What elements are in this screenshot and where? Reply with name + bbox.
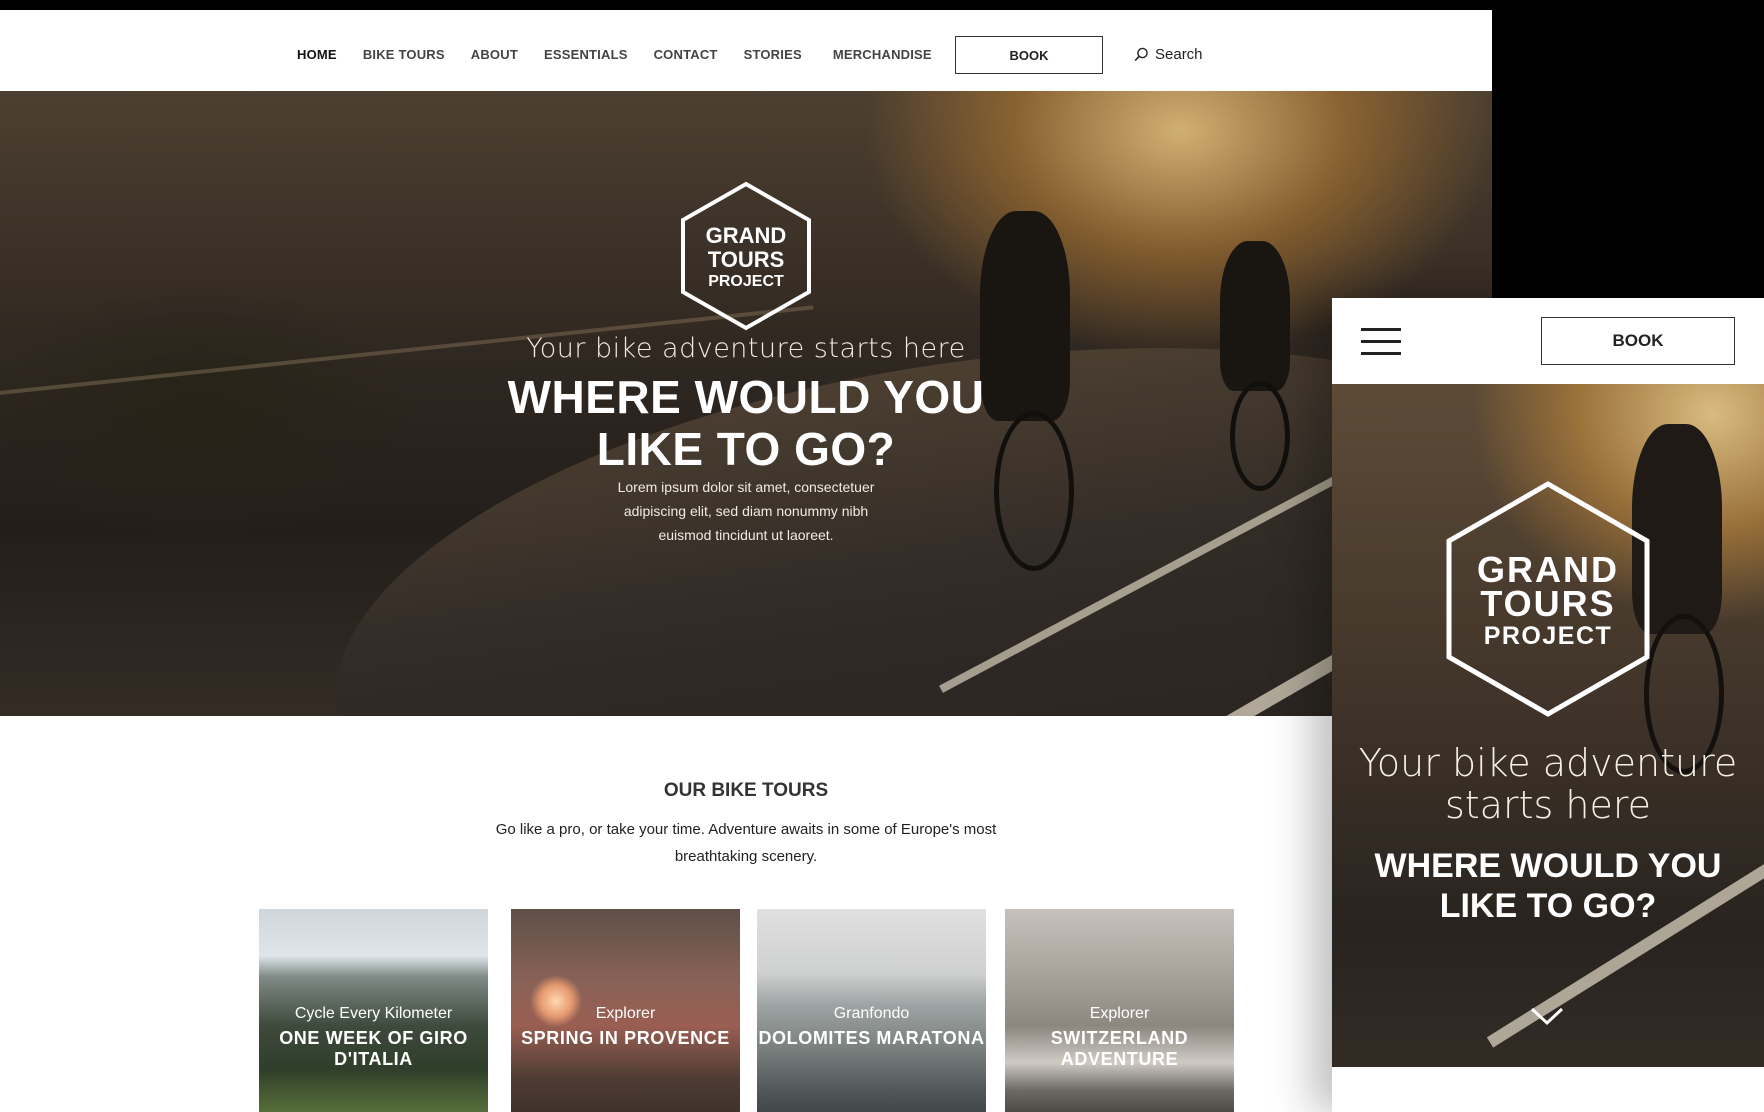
chevron-down-icon[interactable] xyxy=(1529,1004,1565,1028)
hero-section: GRAND TOURS PROJECT Your bike adventure … xyxy=(0,91,1492,716)
tour-card-kicker: Explorer xyxy=(1089,1005,1150,1022)
nav-about[interactable]: ABOUT xyxy=(471,47,518,62)
nav-contact[interactable]: CONTACT xyxy=(654,47,718,62)
mobile-book-button[interactable]: BOOK xyxy=(1541,317,1735,365)
search-icon xyxy=(1134,47,1148,62)
tour-card-kicker: Explorer xyxy=(595,1005,656,1022)
mobile-header: BOOK xyxy=(1332,298,1764,384)
mobile-hero-section: GRAND TOURS PROJECT Your bike adventure … xyxy=(1332,384,1764,1067)
tour-card-kicker: Cycle Every Kilometer xyxy=(294,1005,453,1022)
tour-card-title: SPRING IN PROVENCE xyxy=(521,1028,730,1048)
mobile-hero-title: WHERE WOULD YOU LIKE TO GO? xyxy=(1374,847,1722,925)
svg-text:TOURS: TOURS xyxy=(708,247,785,272)
tour-card-title: ONE WEEK OF GIRO D'ITALIA xyxy=(279,1028,468,1069)
search-label: Search xyxy=(1155,46,1203,63)
nav-bike-tours[interactable]: BIKE TOURS xyxy=(363,47,445,62)
tour-card-switzerland[interactable]: Explorer SWITZERLAND ADVENTURE xyxy=(1005,909,1234,1112)
nav-stories[interactable]: STORIES xyxy=(744,47,802,62)
svg-text:PROJECT: PROJECT xyxy=(708,273,784,290)
tour-card-giro[interactable]: Cycle Every Kilometer ONE WEEK OF GIRO D… xyxy=(259,909,488,1112)
tour-card-kicker: Granfondo xyxy=(833,1005,910,1022)
svg-text:GRAND: GRAND xyxy=(706,223,787,248)
svg-text:TOURS: TOURS xyxy=(1480,583,1615,624)
book-button-label: BOOK xyxy=(1009,47,1049,63)
tour-card-title: SWITZERLAND ADVENTURE xyxy=(1050,1028,1189,1069)
tours-heading: OUR BIKE TOURS xyxy=(663,780,829,801)
mobile-book-button-label: BOOK xyxy=(1612,331,1664,350)
svg-text:PROJECT: PROJECT xyxy=(1484,622,1613,650)
mobile-hero-subtitle: Your bike adventure starts here xyxy=(1358,741,1738,827)
hero-body: Lorem ipsum dolor sit amet, consectetuer… xyxy=(617,479,875,543)
grand-tours-logo: GRAND TOURS PROJECT xyxy=(681,181,811,331)
desktop-view: HOME BIKE TOURS ABOUT ESSENTIALS CONTACT… xyxy=(0,10,1492,1112)
hero-subtitle: Your bike adventure starts here xyxy=(526,333,966,364)
tour-card-title: DOLOMITES MARATONA xyxy=(758,1028,985,1048)
tour-card-provence[interactable]: Explorer SPRING IN PROVENCE xyxy=(511,909,740,1112)
book-button[interactable]: BOOK xyxy=(955,36,1103,74)
hamburger-menu-icon[interactable] xyxy=(1361,328,1401,356)
nav-essentials[interactable]: ESSENTIALS xyxy=(544,47,628,62)
tours-description: Go like a pro, or take your time. Advent… xyxy=(495,821,997,865)
top-navigation: HOME BIKE TOURS ABOUT ESSENTIALS CONTACT… xyxy=(0,10,1492,91)
nav-home[interactable]: HOME xyxy=(297,47,337,62)
hero-title: WHERE WOULD YOU LIKE TO GO? xyxy=(507,371,985,475)
search-button[interactable]: Search xyxy=(1134,46,1203,63)
main-nav: HOME BIKE TOURS ABOUT ESSENTIALS CONTACT… xyxy=(297,47,958,62)
mobile-view: BOOK GRAND TOURS PROJECT Your bike adven… xyxy=(1332,298,1764,1112)
nav-merchandise[interactable]: MERCHANDISE xyxy=(833,47,932,62)
tour-card-dolomites[interactable]: Granfondo DOLOMITES MARATONA xyxy=(757,909,986,1112)
grand-tours-logo: GRAND TOURS PROJECT xyxy=(1446,481,1650,717)
